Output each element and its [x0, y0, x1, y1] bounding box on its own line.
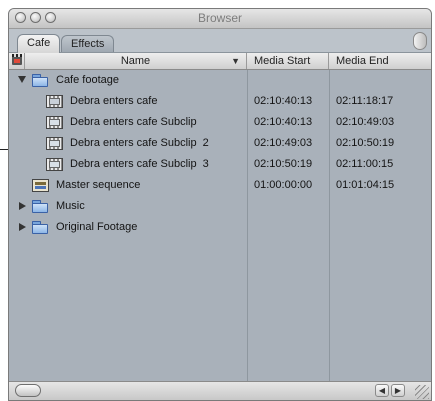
subclip-icon: [46, 116, 63, 129]
list-item[interactable]: Debra enters cafe Subclip 3 02:10:50:19 …: [9, 154, 431, 175]
item-name: Original Footage: [56, 221, 138, 233]
list-item[interactable]: Original Footage: [9, 217, 431, 238]
media-end-value: 02:11:18:17: [336, 95, 394, 107]
item-name: Debra enters cafe Subclip 2: [70, 137, 209, 149]
disclosure-triangle-collapsed-icon[interactable]: [19, 223, 26, 231]
media-end-value: 01:01:04:15: [336, 179, 395, 191]
media-end-value: 02:10:50:19: [336, 137, 395, 149]
scroll-right-arrow-icon[interactable]: ▶: [391, 384, 405, 397]
list-item[interactable]: Debra enters cafe Subclip 02:10:40:13 02…: [9, 112, 431, 133]
clapboard-icon: [12, 54, 22, 65]
column-header-name[interactable]: Name ▼: [25, 53, 247, 69]
list-item[interactable]: Master sequence 01:00:00:00 01:01:04:15: [9, 175, 431, 196]
column-header-icon[interactable]: [9, 53, 25, 69]
bin-folder-icon: [32, 74, 48, 87]
browser-list: Cafe footage Debra enters cafe 02:10:40:…: [9, 70, 431, 382]
media-start-value: 02:10:49:03: [254, 137, 313, 149]
disclosure-triangle-collapsed-icon[interactable]: [19, 202, 26, 210]
item-name: Debra enters cafe Subclip 3: [70, 158, 209, 170]
horizontal-scrollbar: ◀ ▶: [9, 381, 431, 400]
list-item[interactable]: Music: [9, 196, 431, 217]
item-name: Master sequence: [56, 179, 141, 191]
title-bar[interactable]: Browser: [9, 9, 431, 29]
subclip-icon: [46, 158, 63, 171]
window-title: Browser: [197, 11, 242, 25]
scroll-left-arrow-icon[interactable]: ◀: [375, 384, 389, 397]
sort-triangle-icon[interactable]: ▼: [231, 53, 240, 69]
sequence-icon: [32, 179, 49, 192]
media-start-value: 02:10:40:13: [254, 116, 313, 128]
item-name: Debra enters cafe: [70, 95, 158, 107]
disclosure-triangle-expanded-icon[interactable]: [18, 76, 26, 83]
item-name: Debra enters cafe Subclip: [70, 116, 197, 128]
column-name-label: Name: [120, 55, 151, 67]
item-name: Music: [56, 200, 85, 212]
media-start-value: 02:10:40:13: [254, 95, 313, 107]
bin-folder-icon: [32, 221, 48, 234]
tab-cafe[interactable]: Cafe: [17, 34, 61, 53]
bin-folder-icon: [32, 200, 48, 213]
column-header-media-start[interactable]: Media Start: [247, 53, 329, 69]
list-item[interactable]: Cafe footage: [9, 70, 431, 91]
media-start-value: 01:00:00:00: [254, 179, 313, 191]
subclip-icon: [46, 137, 63, 150]
media-start-value: 02:10:50:19: [254, 158, 313, 170]
resize-grip-icon[interactable]: [415, 385, 429, 399]
tab-bar: Cafe Effects: [9, 29, 431, 53]
list-item[interactable]: Debra enters cafe 02:10:40:13 02:11:18:1…: [9, 91, 431, 112]
view-toggle-button[interactable]: [15, 384, 41, 397]
clip-icon: [46, 95, 63, 108]
tab-effects[interactable]: Effects: [61, 35, 115, 52]
column-header: Name ▼ Media Start Media End: [9, 53, 431, 70]
item-name: Cafe footage: [56, 74, 119, 86]
browser-window: Browser Cafe Effects Name ▼ Media Start …: [8, 8, 432, 401]
list-item[interactable]: Debra enters cafe Subclip 2 02:10:49:03 …: [9, 133, 431, 154]
media-end-value: 02:11:00:15: [336, 158, 394, 170]
media-end-value: 02:10:49:03: [336, 116, 395, 128]
toolbar-toggle-button[interactable]: [413, 32, 427, 50]
column-header-media-end[interactable]: Media End: [329, 53, 431, 69]
